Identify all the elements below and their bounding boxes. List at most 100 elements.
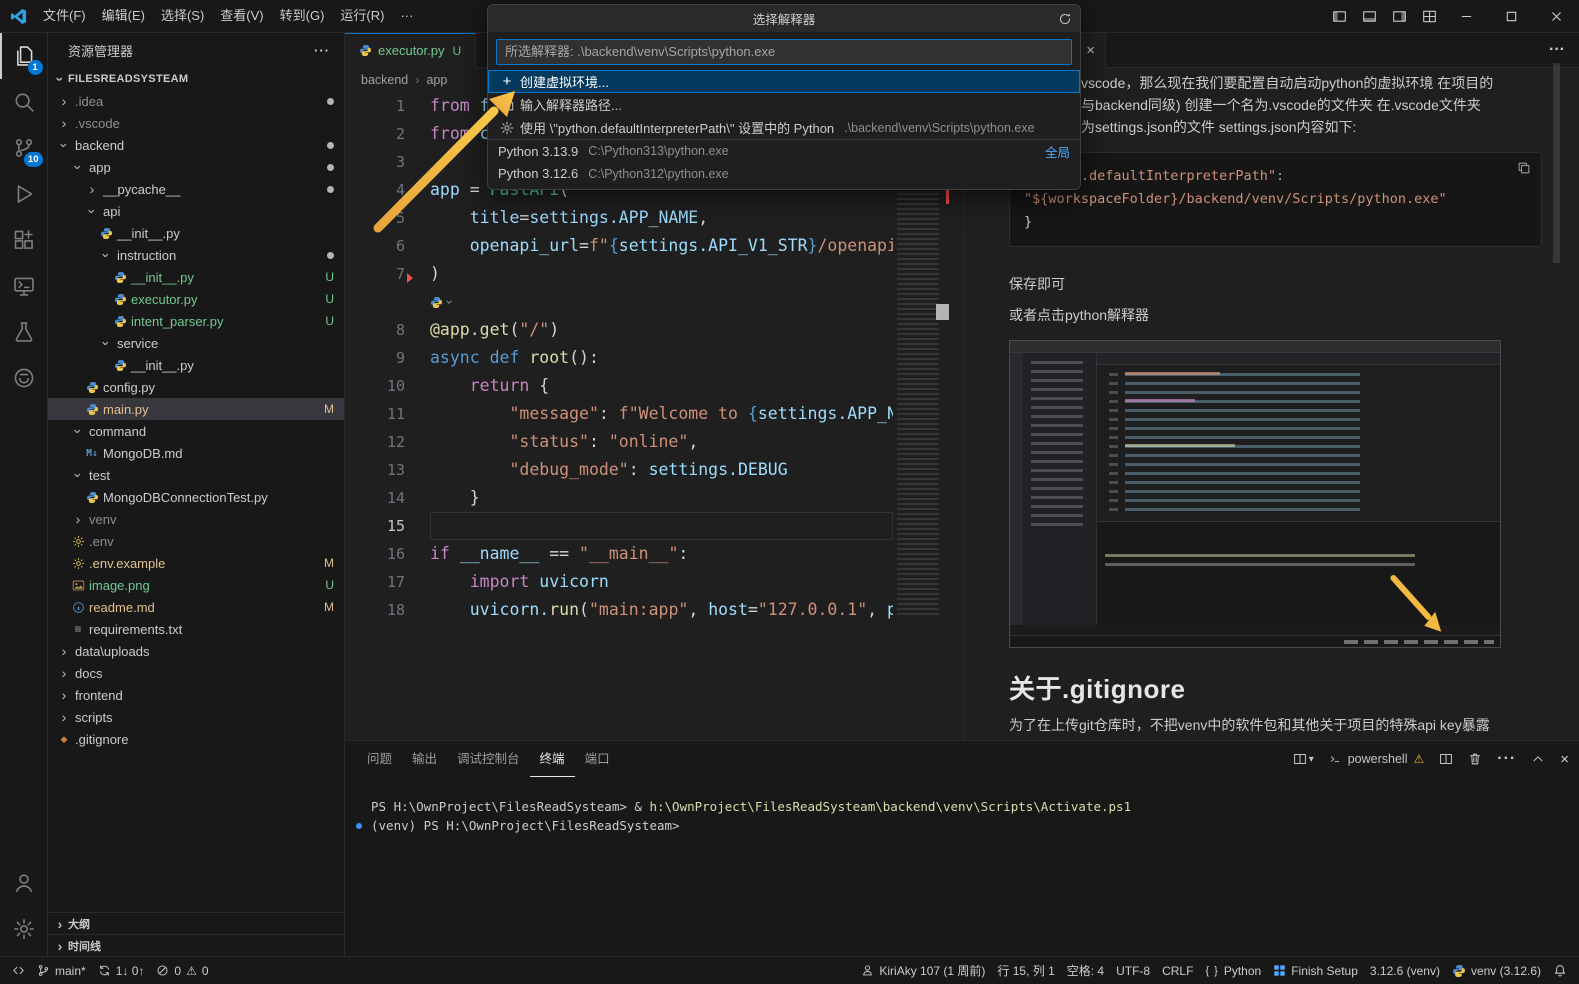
panel-tab-端口[interactable]: 端口 (575, 741, 620, 777)
status-finish-setup[interactable]: Finish Setup (1267, 957, 1364, 984)
tree-item-__init__.py[interactable]: __init__.pyU (48, 266, 344, 288)
tree-item-.idea[interactable]: ›.idea (48, 90, 344, 112)
panel-tab-输出[interactable]: 输出 (402, 741, 447, 777)
close-panel-icon[interactable]: × (1560, 751, 1569, 768)
menu-item[interactable]: 转到(G) (272, 4, 333, 28)
tree-item-main.py[interactable]: main.pyM (48, 398, 344, 420)
status-git-branch[interactable]: main* (31, 957, 92, 984)
refresh-icon[interactable] (1058, 5, 1072, 32)
status-eol[interactable]: CRLF (1156, 957, 1199, 984)
tree-item-.gitignore[interactable]: ◆.gitignore (48, 728, 344, 750)
status-remote[interactable] (6, 957, 31, 984)
tree-item-.env.example[interactable]: .env.exampleM (48, 552, 344, 574)
maximize-panel-icon[interactable] (1531, 752, 1545, 766)
menu-item[interactable]: 运行(R) (332, 4, 392, 28)
tree-item-config.py[interactable]: config.py (48, 376, 344, 398)
menu-item[interactable]: 查看(V) (212, 4, 271, 28)
activity-extra-view[interactable] (0, 355, 48, 401)
code-line[interactable] (430, 512, 893, 540)
activity-search[interactable] (0, 79, 48, 125)
status-indentation[interactable]: 空格: 4 (1061, 957, 1110, 984)
quick-pick-item[interactable]: +创建虚拟环境... (488, 70, 1080, 93)
menu-item[interactable]: ··· (392, 4, 421, 28)
activity-testing[interactable] (0, 309, 48, 355)
breadcrumb-item[interactable]: app (426, 73, 447, 87)
code-line[interactable]: uvicorn.run("main:app", host="127.0.0.1"… (430, 596, 893, 624)
code-line[interactable]: "message": f"Welcome to {settings.APP_NA… (430, 400, 893, 428)
timeline-section[interactable]: › 时间线 (48, 934, 344, 956)
tree-item-intent_parser.py[interactable]: intent_parser.pyU (48, 310, 344, 332)
minimize-button[interactable] (1444, 0, 1489, 32)
tree-item-__pycache__[interactable]: ›__pycache__ (48, 178, 344, 200)
tree-item-image.png[interactable]: image.pngU (48, 574, 344, 596)
activity-run-debug[interactable] (0, 171, 48, 217)
status-cursor-position[interactable]: 行 15, 列 1 (991, 957, 1060, 984)
code-line[interactable]: ) (430, 260, 893, 288)
activity-remote-explorer[interactable] (0, 263, 48, 309)
tree-item-app[interactable]: ›app (48, 156, 344, 178)
copy-icon[interactable] (1517, 161, 1531, 175)
tab-executor-py[interactable]: executor.py U (345, 33, 476, 68)
tree-item-api[interactable]: ›api (48, 200, 344, 222)
quick-pick-item[interactable]: 使用 \"python.defaultInterpreterPath\" 设置中… (488, 116, 1080, 139)
status-blame[interactable]: KiriAky 107 (1 周前) (855, 957, 991, 984)
code-line[interactable]: openapi_url=f"{settings.API_V1_STR}/open… (430, 232, 893, 260)
quick-pick-item[interactable]: Python 3.12.6C:\Python312\python.exe (488, 162, 1080, 185)
tree-item-MongoDB.md[interactable]: M↓MongoDB.md (48, 442, 344, 464)
tree-item-.vscode[interactable]: ›.vscode (48, 112, 344, 134)
close-tab-icon[interactable]: × (1086, 42, 1095, 59)
tree-item-__init__.py[interactable]: __init__.py (48, 222, 344, 244)
panel-tab-问题[interactable]: 问题 (357, 741, 402, 777)
tree-item-data\uploads[interactable]: ›data\uploads (48, 640, 344, 662)
tree-item-backend[interactable]: ›backend (48, 134, 344, 156)
status-python-env[interactable]: venv (3.12.6) (1446, 957, 1547, 984)
breadcrumb-item[interactable]: backend (361, 73, 408, 87)
close-button[interactable] (1534, 0, 1579, 32)
tree-item-__init__.py[interactable]: __init__.py (48, 354, 344, 376)
tree-item-frontend[interactable]: ›frontend (48, 684, 344, 706)
explorer-more-actions-icon[interactable]: ··· (314, 43, 330, 58)
command-decoration[interactable] (356, 823, 362, 829)
customize-layout-icon[interactable] (1414, 0, 1444, 32)
split-pane-icon[interactable] (1439, 752, 1453, 766)
kill-terminal-icon[interactable] (1468, 752, 1482, 766)
menu-item[interactable]: 选择(S) (153, 4, 212, 28)
activity-accounts[interactable] (0, 860, 48, 906)
menu-item[interactable]: 文件(F) (35, 4, 94, 28)
terminal-instance-powershell[interactable]: powershell ⚠ (1329, 752, 1425, 766)
menu-item[interactable]: 编辑(E) (94, 4, 153, 28)
toggle-primary-sidebar-icon[interactable] (1324, 0, 1354, 32)
tree-item-test[interactable]: ›test (48, 464, 344, 486)
code-line[interactable]: import uvicorn (430, 568, 893, 596)
tree-item-venv[interactable]: ›venv (48, 508, 344, 530)
code-line[interactable]: "debug_mode": settings.DEBUG (430, 456, 893, 484)
code-line[interactable]: "status": "online", (430, 428, 893, 456)
status-problems[interactable]: 0⚠0 (150, 957, 214, 984)
tree-item-scripts[interactable]: ›scripts (48, 706, 344, 728)
code-line[interactable]: async def root(): (430, 344, 893, 372)
status-notifications[interactable] (1547, 957, 1573, 984)
new-terminal-button[interactable]: ▾ (1293, 752, 1314, 766)
panel-more-actions-icon[interactable]: ··· (1497, 750, 1516, 768)
tree-item-.env[interactable]: .env (48, 530, 344, 552)
code-line[interactable]: } (430, 484, 893, 512)
status-encoding[interactable]: UTF-8 (1110, 957, 1156, 984)
code-line[interactable]: return { (430, 372, 893, 400)
code-line[interactable]: title=settings.APP_NAME, (430, 204, 893, 232)
status-language[interactable]: { }Python (1199, 957, 1267, 984)
code-line[interactable]: if __name__ == "__main__": (430, 540, 893, 568)
code-line[interactable]: @app.get("/") (430, 316, 893, 344)
tree-item-executor.py[interactable]: executor.pyU (48, 288, 344, 310)
editor-more-actions-icon[interactable]: ··· (1549, 41, 1579, 59)
maximize-button[interactable] (1489, 0, 1534, 32)
panel-tab-终端[interactable]: 终端 (530, 741, 575, 777)
minimap-handle[interactable] (936, 304, 949, 320)
toggle-secondary-sidebar-icon[interactable] (1384, 0, 1414, 32)
activity-source-control[interactable]: 10 (0, 125, 48, 171)
tree-item-readme.md[interactable]: readme.mdM (48, 596, 344, 618)
status-git-sync[interactable]: 1↓ 0↑ (92, 957, 151, 984)
tree-item-MongoDBConnectionTest.py[interactable]: MongoDBConnectionTest.py (48, 486, 344, 508)
activity-extensions[interactable] (0, 217, 48, 263)
tree-item-requirements.txt[interactable]: ≡requirements.txt (48, 618, 344, 640)
panel-tab-调试控制台[interactable]: 调试控制台 (447, 741, 530, 777)
